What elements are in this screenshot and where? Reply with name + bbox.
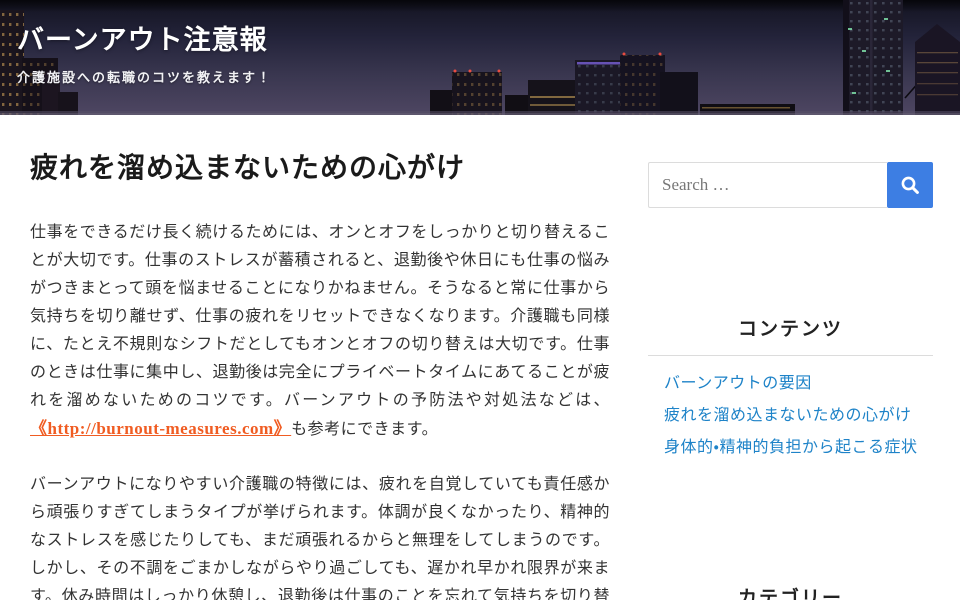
- list-item: 疲れを溜め込まないための心がけ: [664, 400, 933, 432]
- sidebar-link-avoid-fatigue[interactable]: 疲れを溜め込まないための心がけ: [664, 407, 912, 424]
- search-icon: [899, 174, 921, 196]
- site-tagline: 介護施設への転職のコツを教えます！: [17, 67, 272, 86]
- burnout-measures-url-link[interactable]: 《http://burnout-measures.com》: [30, 419, 291, 438]
- categories-widget-title: カテゴリー: [648, 583, 933, 600]
- paragraph-text: 仕事をできるだけ長く続けるためには、オンとオフをしっかりと切り替えることが大切で…: [30, 224, 610, 409]
- sidebar-link-symptoms[interactable]: 身体的・精神的負担から起こる症状: [664, 439, 917, 456]
- categories-widget: カテゴリー: [648, 583, 933, 600]
- list-item: バーンアウトの要因: [664, 368, 933, 400]
- page: バーンアウト注意報 介護施設への転職のコツを教えます！ 疲れを溜め込まないための…: [0, 0, 960, 600]
- sidebar-link-burnout-causes[interactable]: バーンアウトの要因: [664, 375, 812, 392]
- search-form: [648, 162, 933, 208]
- contents-link-list: バーンアウトの要因 疲れを溜め込まないための心がけ 身体的・精神的負担から起こる…: [648, 368, 933, 464]
- search-input[interactable]: [648, 162, 887, 208]
- sidebar: コンテンツ バーンアウトの要因 疲れを溜め込まないための心がけ 身体的・精神的負…: [648, 115, 933, 600]
- article-paragraph-2: バーンアウトになりやすい介護職の特徴には、疲れを自覚していても責任感から頑張りす…: [30, 471, 610, 600]
- search-button[interactable]: [887, 162, 933, 208]
- contents-widget-title: コンテンツ: [648, 314, 933, 356]
- article-title: 疲れを溜め込まないための心がけ: [30, 151, 610, 185]
- list-item: 身体的・精神的負担から起こる症状: [664, 432, 933, 464]
- contents-widget: コンテンツ バーンアウトの要因 疲れを溜め込まないための心がけ 身体的・精神的負…: [648, 314, 933, 464]
- site-title-link[interactable]: バーンアウト注意報: [17, 26, 268, 56]
- article-content: 仕事をできるだけ長く続けるためには、オンとオフをしっかりと切り替えることが大切で…: [30, 219, 610, 600]
- article: 疲れを溜め込まないための心がけ 仕事をできるだけ長く続けるためには、オンとオフを…: [30, 115, 610, 600]
- site-branding: バーンアウト注意報 介護施設への転職のコツを教えます！: [17, 26, 272, 86]
- paragraph-text: も参考にできます。: [291, 421, 438, 438]
- article-paragraph-1: 仕事をできるだけ長く続けるためには、オンとオフをしっかりと切り替えることが大切で…: [30, 219, 610, 444]
- site-header: バーンアウト注意報 介護施設への転職のコツを教えます！: [0, 0, 960, 115]
- main-wrap: 疲れを溜め込まないための心がけ 仕事をできるだけ長く続けるためには、オンとオフを…: [0, 115, 960, 600]
